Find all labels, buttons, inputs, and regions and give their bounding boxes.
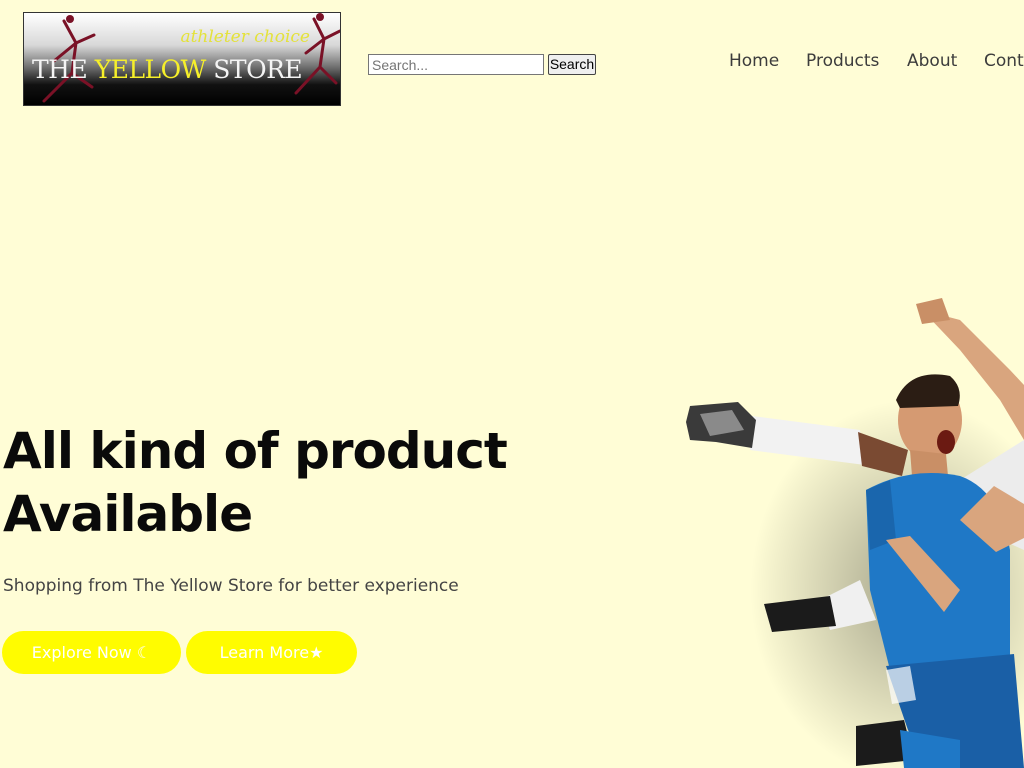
hero-title-line2: Available xyxy=(3,485,253,543)
logo-name-highlight: YELLOW xyxy=(94,55,207,84)
nav-contact[interactable]: Cont xyxy=(984,51,1024,71)
nav-home[interactable]: Home xyxy=(729,51,779,71)
hero-title-line1: All kind of product xyxy=(3,422,508,480)
learn-more-button[interactable]: Learn More★ xyxy=(186,631,357,674)
logo-tagline: athleter choice xyxy=(180,27,310,47)
soccer-player-image xyxy=(686,298,1024,768)
store-logo[interactable]: athleter choice THE YELLOW STORE xyxy=(23,12,341,106)
nav-products[interactable]: Products xyxy=(806,51,879,71)
hero-title: All kind of product Available xyxy=(3,420,563,546)
search-button[interactable]: Search xyxy=(548,54,596,75)
nav-about[interactable]: About xyxy=(907,51,957,71)
logo-name: THE YELLOW STORE xyxy=(32,55,303,84)
logo-name-suffix: STORE xyxy=(205,55,303,84)
explore-now-button[interactable]: Explore Now ☾ xyxy=(2,631,181,674)
logo-name-prefix: THE xyxy=(32,55,95,84)
search-input[interactable] xyxy=(368,54,544,75)
hero-subtitle: Shopping from The Yellow Store for bette… xyxy=(3,576,459,596)
